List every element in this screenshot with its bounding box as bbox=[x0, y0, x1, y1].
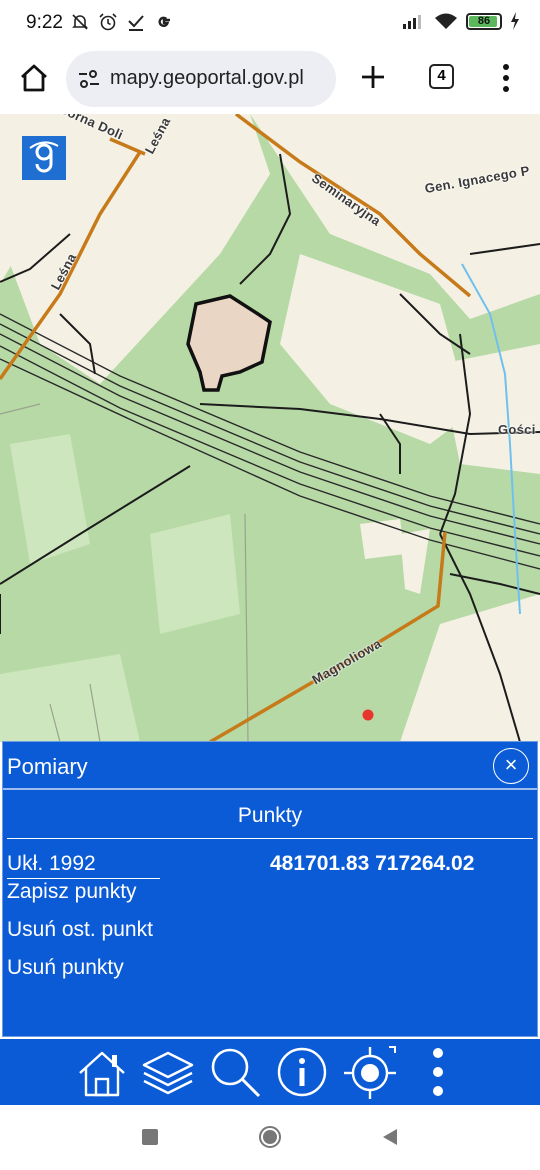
browser-toolbar: mapy.geoportal.gov.pl 4 bbox=[0, 46, 540, 114]
battery-level: 86 bbox=[477, 14, 491, 27]
panel-divider bbox=[7, 838, 533, 839]
info-icon[interactable] bbox=[274, 1045, 330, 1099]
close-button[interactable]: × bbox=[493, 748, 529, 784]
status-notification-icons bbox=[70, 12, 174, 32]
home-nav-icon[interactable] bbox=[258, 1125, 282, 1149]
recents-icon[interactable] bbox=[138, 1125, 162, 1149]
map-toolbar bbox=[0, 1039, 540, 1105]
locate-icon[interactable] bbox=[342, 1045, 398, 1099]
remove-points-button[interactable]: Usuń punkty bbox=[7, 956, 124, 980]
geoportal-logo[interactable] bbox=[22, 136, 66, 180]
status-bar: 9:22 86 bbox=[0, 0, 540, 46]
browser-menu-icon[interactable] bbox=[496, 62, 516, 94]
system-navigation-bar bbox=[0, 1105, 540, 1170]
status-system-icons: 86 bbox=[402, 12, 520, 30]
wifi-icon bbox=[435, 13, 457, 29]
search-icon[interactable] bbox=[207, 1045, 263, 1099]
remove-last-point-button[interactable]: Usuń ost. punkt bbox=[7, 918, 153, 942]
measurements-panel: Pomiary × Punkty Ukł. 1992 481701.83 717… bbox=[2, 741, 538, 1037]
signal-icon bbox=[403, 15, 421, 29]
tab-switcher-button[interactable]: 4 bbox=[429, 64, 454, 89]
map-view[interactable]: Górna Doli Leśna Leśna Seminaryjna Gen. … bbox=[0, 114, 540, 742]
address-bar[interactable]: mapy.geoportal.gov.pl bbox=[66, 51, 336, 107]
panel-title: Pomiary bbox=[7, 754, 88, 779]
point-coordinates: 481701.83 717264.02 bbox=[270, 852, 475, 875]
google-icon bbox=[158, 16, 170, 27]
map-canvas[interactable] bbox=[0, 114, 540, 742]
map-label-gosci: Gości bbox=[498, 422, 536, 437]
layers-icon[interactable] bbox=[140, 1045, 196, 1099]
panel-subtitle: Punkty bbox=[237, 804, 303, 827]
browser-home-icon[interactable] bbox=[16, 60, 52, 96]
muted-bell-icon bbox=[72, 14, 88, 30]
status-time: 9:22 bbox=[26, 12, 63, 33]
save-points-button[interactable]: Zapisz punkty bbox=[7, 880, 137, 904]
home-icon[interactable] bbox=[74, 1045, 130, 1099]
site-settings-icon[interactable] bbox=[78, 69, 100, 89]
geoportal-logo-icon bbox=[29, 141, 59, 173]
new-tab-icon[interactable] bbox=[356, 60, 390, 94]
measure-point-marker bbox=[362, 709, 374, 721]
url-text[interactable]: mapy.geoportal.gov.pl bbox=[110, 67, 304, 90]
check-icon bbox=[128, 15, 144, 31]
back-icon[interactable] bbox=[378, 1125, 402, 1149]
more-icon[interactable] bbox=[410, 1045, 466, 1099]
charging-icon bbox=[511, 12, 519, 30]
alarm-icon bbox=[99, 13, 117, 31]
panel-header: Pomiary × bbox=[3, 742, 537, 790]
battery-icon: 86 bbox=[466, 12, 502, 30]
coord-system-selector[interactable]: Ukł. 1992 bbox=[7, 852, 160, 879]
